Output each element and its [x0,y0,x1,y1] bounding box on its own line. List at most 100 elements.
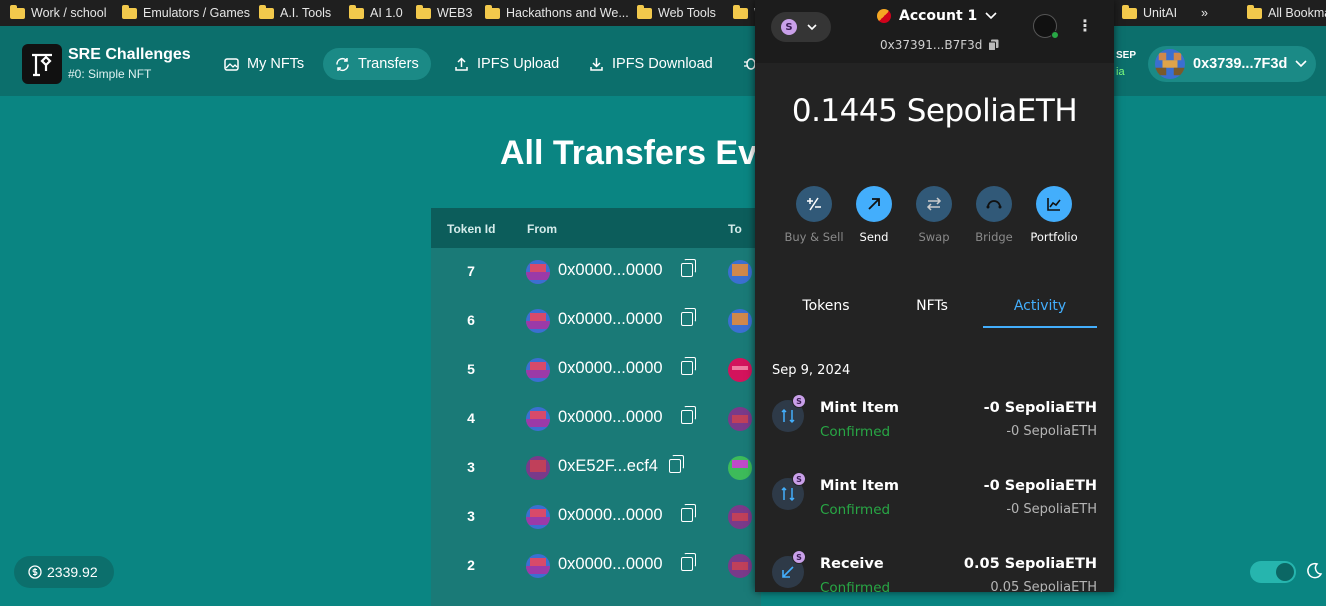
eth-price-badge[interactable]: 2339.92 [14,556,114,588]
connected-dot [1051,31,1059,39]
nav-transfers[interactable]: Transfers [323,48,431,80]
account-dropdown[interactable]: 0x3739...7F3d [1148,46,1316,82]
from-address: 0x0000...0000 [558,261,663,279]
send-button[interactable]: Send [844,186,904,244]
network-label: SEP [1116,50,1137,61]
copy-icon [988,39,999,51]
download-icon [590,57,603,71]
to-avatar [728,309,752,333]
bookmarks-bar: Work / school Emulators / Games A.I. Too… [0,0,1326,26]
bookmark-emulators[interactable]: Emulators / Games [122,0,250,26]
activity-date: Sep 9, 2024 [772,363,851,378]
token-id: 2 [467,557,475,573]
bookmark-hackathons[interactable]: Hackathons and We... [485,0,629,26]
folder-icon [637,4,652,19]
wallet-balance: 0.1445 SepoliaETH [791,93,1078,129]
tab-activity[interactable]: Activity [983,298,1097,328]
portfolio-button[interactable]: Portfolio [1024,186,1084,244]
table-row: 5 0x0000...0000 [431,346,761,395]
nav-ipfs-upload[interactable]: IPFS Upload [442,48,571,80]
theme-toggle[interactable] [1250,561,1296,583]
folder-icon [349,4,364,19]
bookmark-web-tools[interactable]: Web Tools [637,0,716,26]
folder-icon [733,4,748,19]
sepolia-network-icon: S [781,19,797,35]
folder-icon [122,4,137,19]
plus-minus-icon [796,186,832,222]
bookmarks-overflow-button[interactable]: » [1201,0,1208,26]
folder-icon [416,4,431,19]
copy-icon[interactable] [681,553,696,571]
chevron-down-icon [807,23,817,30]
token-id: 7 [467,263,475,279]
eth-price: 2339.92 [47,564,98,580]
swap-button[interactable]: Swap [904,186,964,244]
folder-icon [259,4,274,19]
table-header: Token Id From To [431,208,761,248]
to-avatar [728,456,752,480]
tab-tokens[interactable]: Tokens [769,298,883,328]
sepolia-badge: S [792,550,806,564]
from-avatar [526,407,550,431]
copy-icon[interactable] [681,406,696,424]
site-connection-icon[interactable] [1033,14,1059,39]
bridge-button[interactable]: Bridge [964,186,1024,244]
refresh-icon [336,57,349,71]
chart-icon [1036,186,1072,222]
bookmark-unitai[interactable]: UnitAI [1122,0,1177,26]
image-icon [224,57,239,71]
account-jazzicon [877,9,891,23]
table-row: 4 0x0000...0000 [431,395,761,444]
from-avatar [526,554,550,578]
folder-icon [1122,4,1137,19]
from-address: 0x0000...0000 [558,506,663,524]
nav-ipfs-download[interactable]: IPFS Download [577,48,725,80]
bookmark-work-school[interactable]: Work / school [10,0,107,26]
copy-icon[interactable] [669,455,684,473]
nav-my-nfts[interactable]: My NFTs [212,48,316,80]
account-avatar [1155,49,1185,79]
header-token-id: Token Id [447,222,496,236]
token-id: 4 [467,410,475,426]
bridge-icon [976,186,1012,222]
arrow-up-right-icon [856,186,892,222]
bookmark-web3[interactable]: WEB3 [416,0,472,26]
header-to: To [728,222,742,236]
bookmark-ai-tools[interactable]: A.I. Tools [259,0,331,26]
activity-item[interactable]: S Mint Item Confirmed -0 SepoliaETH -0 S… [755,394,1114,478]
copy-icon[interactable] [681,259,696,277]
folder-icon [1247,4,1262,19]
swap-icon [916,186,952,222]
token-id: 5 [467,361,475,377]
table-row: 2 0x0000...0000 [431,542,761,591]
copy-icon[interactable] [681,504,696,522]
brand-subtitle: #0: Simple NFT [68,67,152,81]
to-avatar [728,358,752,382]
app-logo[interactable] [22,44,62,84]
activity-item[interactable]: S Mint Item Confirmed -0 SepoliaETH -0 S… [755,472,1114,556]
to-avatar [728,260,752,284]
kebab-menu-icon[interactable]: ⋮ [1077,16,1093,35]
account-picker[interactable]: Account 1 [877,8,997,24]
activity-item[interactable]: S Receive Confirmed 0.05 SepoliaETH 0.05… [755,550,1114,592]
nav-debug-icon-partial[interactable] [743,56,755,70]
wallet-address[interactable]: 0x37391...B7F3d [880,38,999,52]
tab-nfts[interactable]: NFTs [875,298,989,328]
account-address: 0x3739...7F3d [1193,56,1288,72]
network-picker[interactable]: S [771,12,831,42]
chevron-down-icon [1295,60,1307,68]
from-avatar [526,358,550,382]
bookmark-all[interactable]: All Bookma [1247,0,1326,26]
table-row: 7 0x0000...0000 [431,248,761,297]
contract-interaction-icon: S [772,394,806,432]
copy-icon[interactable] [681,308,696,326]
from-avatar [526,456,550,480]
sepolia-badge: S [792,394,806,408]
folder-icon [10,4,25,19]
to-avatar [728,554,752,578]
bookmark-ai-1[interactable]: AI 1.0 [349,0,403,26]
receive-arrow-icon: S [772,550,806,588]
copy-icon[interactable] [681,357,696,375]
buy-sell-button[interactable]: Buy & Sell [784,186,844,244]
header-from: From [527,222,557,236]
